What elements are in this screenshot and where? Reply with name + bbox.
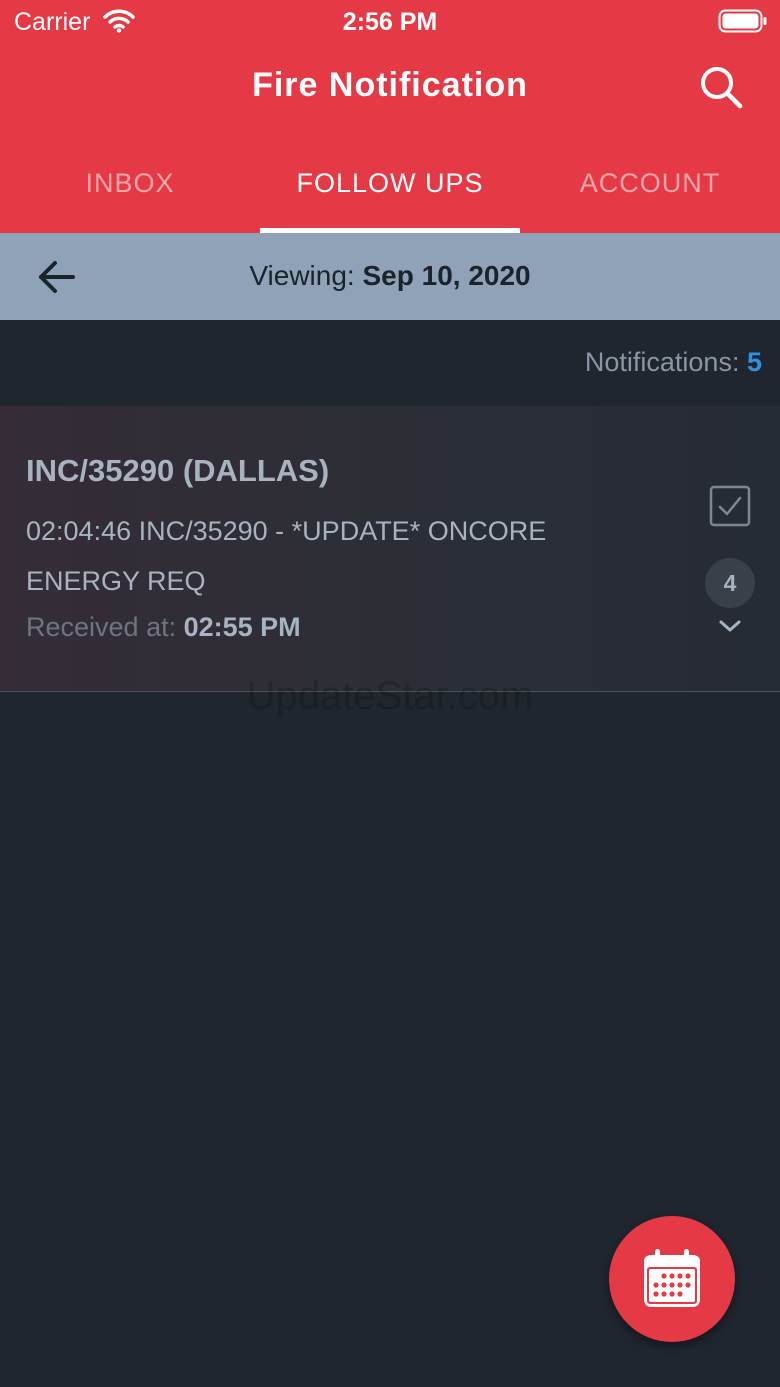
- notification-received: Received at: 02:55 PM: [26, 612, 301, 643]
- received-time: 02:55 PM: [183, 612, 301, 642]
- watermark: UpdateStar.com: [246, 674, 534, 718]
- reply-count-badge: 4: [705, 558, 755, 608]
- battery-icon: [718, 9, 767, 33]
- search-icon[interactable]: [698, 64, 744, 110]
- viewing-date-value: Sep 10, 2020: [362, 260, 531, 291]
- tab-account[interactable]: ACCOUNT: [520, 148, 780, 233]
- tab-inbox[interactable]: INBOX: [0, 148, 260, 233]
- received-label: Received at:: [26, 612, 177, 642]
- app-title: Fire Notification: [252, 66, 528, 104]
- notification-body: 02:04:46 INC/35290 - *UPDATE* ONCORE ENE…: [26, 516, 547, 596]
- notifications-label: Notifications:: [584, 347, 740, 377]
- tab-bar: INBOX FOLLOW UPS ACCOUNT: [0, 148, 780, 233]
- notification-title: INC/35290 (DALLAS): [26, 453, 330, 488]
- status-bar: Carrier 2:56 PM: [0, 0, 780, 44]
- chevron-down-icon[interactable]: [716, 616, 744, 636]
- tab-follow-ups-label: FOLLOW UPS: [296, 168, 484, 198]
- checkbox-icon[interactable]: [708, 484, 752, 528]
- notification-card[interactable]: INC/35290 (DALLAS) 02:04:46 INC/35290 - …: [0, 406, 780, 692]
- notifications-count-value: 5: [746, 347, 762, 377]
- calendar-button[interactable]: [609, 1216, 735, 1342]
- status-time: 2:56 PM: [342, 8, 438, 36]
- tab-account-label: ACCOUNT: [579, 168, 721, 198]
- tab-follow-ups[interactable]: FOLLOW UPS: [260, 148, 520, 233]
- calendar-icon: [644, 1249, 700, 1307]
- tab-inbox-label: INBOX: [85, 168, 175, 198]
- viewing-date: Viewing: Sep 10, 2020: [0, 260, 780, 292]
- app-header: Carrier 2:56 PM Fire Notification INBOX …: [0, 0, 780, 233]
- viewing-prefix: Viewing:: [249, 260, 355, 291]
- notifications-count: Notifications: 5: [585, 347, 762, 378]
